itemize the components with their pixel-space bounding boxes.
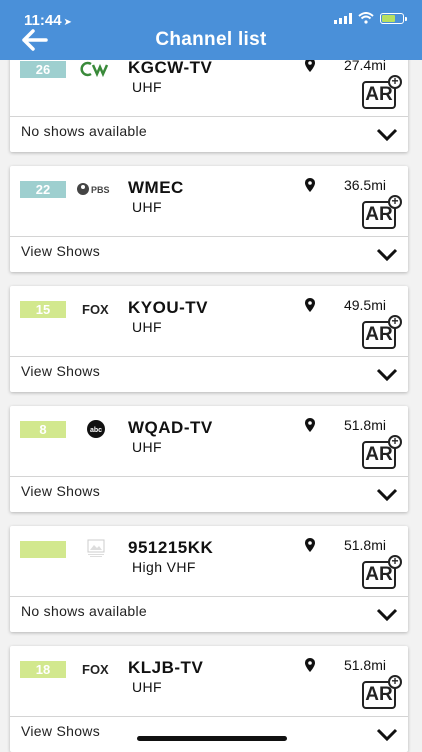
chevron-down-icon[interactable] [376,248,398,261]
svg-text:FOX: FOX [82,662,109,677]
band-label: UHF [132,319,162,335]
divider [10,476,408,477]
app-header: 11:44 ➤ Channel list [0,0,422,60]
band-label: UHF [132,439,162,455]
plus-icon: + [388,75,402,89]
distance: 36.5mi [343,177,386,193]
chevron-down-icon[interactable] [376,728,398,741]
band-label: UHF [132,79,162,95]
divider [10,716,408,717]
chevron-down-icon[interactable] [376,368,398,381]
chevron-down-icon[interactable] [376,608,398,621]
channel-number-badge: 15 [20,301,66,318]
band-label: UHF [132,199,162,215]
page-title: Channel list [155,29,267,50]
chevron-down-icon[interactable] [376,128,398,141]
plus-icon: + [388,675,402,689]
divider [10,236,408,237]
shows-status: No shows available [21,123,148,139]
svg-text:FOX: FOX [82,302,109,317]
view-shows-link[interactable]: View Shows [21,243,100,259]
battery-icon [380,12,407,24]
cellular-signal-icon [334,12,352,24]
view-shows-link[interactable]: View Shows [21,723,100,739]
svg-text:abc: abc [90,427,102,434]
channel-number-badge: 18 [20,661,66,678]
view-shows-link[interactable]: View Shows [21,483,100,499]
divider [10,596,408,597]
distance: 51.8mi [343,657,386,673]
location-pin-icon [305,418,315,432]
abc-logo: abc [76,418,116,440]
plus-icon: + [388,555,402,569]
shows-status: No shows available [21,603,148,619]
band-label: UHF [132,679,162,695]
callsign: 951215KK [128,538,214,557]
status-bar-time: 11:44 ➤ [24,12,72,29]
distance: 51.8mi [343,537,386,553]
pbs-logo: PBS [76,178,116,200]
callsign: WMEC [128,178,184,197]
fox-logo: FOX [76,298,116,320]
image-placeholder-icon [76,538,116,560]
wifi-icon [358,12,374,24]
callsign: WQAD-TV [128,418,213,437]
plus-icon: + [388,195,402,209]
location-pin-icon [305,298,315,312]
channel-card[interactable]: 22 PBS WMEC UHF 36.5mi AR + View Shows [10,166,408,272]
location-pin-icon [305,178,315,192]
distance: 49.5mi [343,297,386,313]
svg-text:PBS: PBS [91,185,110,195]
fox-logo: FOX [76,658,116,680]
view-shows-link[interactable]: View Shows [21,363,100,379]
channel-card[interactable]: 15 FOX KYOU-TV UHF 49.5mi AR + View Show… [10,286,408,392]
divider [10,116,408,117]
channel-number-badge: 26 [20,61,66,78]
channel-card[interactable]: 26 KGCW-TV UHF 27.4mi AR + No shows avai… [10,46,408,152]
chevron-down-icon[interactable] [376,488,398,501]
plus-icon: + [388,435,402,449]
divider [10,356,408,357]
channel-card[interactable]: 8 abc WQAD-TV UHF 51.8mi AR + View Shows [10,406,408,512]
callsign: KLJB-TV [128,658,204,677]
location-pin-icon [305,58,315,72]
location-pin-icon [305,658,315,672]
status-bar-icons [334,12,407,24]
channel-number-badge [20,541,66,558]
band-label: High VHF [132,559,196,575]
home-indicator[interactable] [137,736,287,741]
distance: 51.8mi [343,417,386,433]
location-pin-icon [305,538,315,552]
callsign: KGCW-TV [128,58,213,77]
channel-card[interactable]: 951215KK High VHF 51.8mi AR + No shows a… [10,526,408,632]
channel-number-badge: 8 [20,421,66,438]
location-arrow-icon: ➤ [63,17,72,28]
plus-icon: + [388,315,402,329]
callsign: KYOU-TV [128,298,208,317]
channel-number-badge: 22 [20,181,66,198]
cw-logo [76,58,116,80]
